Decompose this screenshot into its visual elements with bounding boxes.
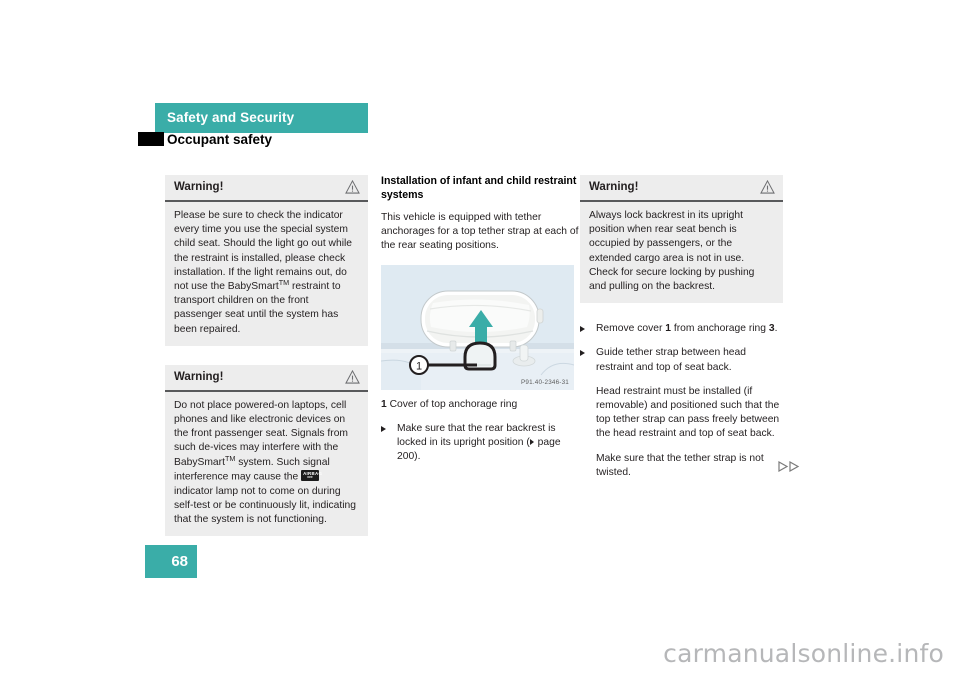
site-watermark: carmanualsonline.info — [663, 639, 944, 668]
paragraph-strap-not-twisted: Make sure that the tether strap is not t… — [596, 452, 764, 478]
continuation-marker-icon — [778, 461, 800, 472]
warning-header: Warning! — [580, 175, 783, 202]
left-column: Warning! Please be sure to check the ind… — [165, 175, 368, 555]
warning-text-part-c: indicator lamp not to come on during sel… — [174, 485, 357, 525]
right-column: Warning! Always lock backrest in its upr… — [580, 175, 783, 490]
section-title: Occupant safety — [167, 132, 273, 147]
bullet-text-b: from anchorage ring — [670, 323, 769, 335]
bullet-guide-tether-strap: Guide tether strap between head restrain… — [580, 346, 783, 374]
figure-anchorage-ring: 1 P91.40-2346-31 — [381, 264, 574, 390]
warning-text: Always lock backrest in its upright posi… — [580, 202, 783, 303]
bullet-triangle-icon — [580, 326, 585, 333]
warning-box-indicator-check: Warning! Please be sure to check the ind… — [165, 175, 368, 346]
bullet-triangle-icon — [381, 425, 386, 432]
warning-text: Do not place powered-on laptops, cell ph… — [165, 392, 368, 536]
warning-label: Warning! — [174, 181, 224, 193]
trademark-superscript: TM — [224, 453, 236, 463]
warning-text-body: Always lock backrest in its upright posi… — [589, 210, 755, 293]
subsection-heading: Installation of infant and child restrai… — [381, 175, 577, 201]
figure-caption: 1 Cover of top anchorage ring — [381, 398, 584, 412]
warning-triangle-icon — [760, 180, 775, 194]
figure-callout-number: 1 — [416, 360, 422, 372]
bullet-text-a: Remove cover — [596, 323, 666, 335]
warning-label: Warning! — [174, 370, 224, 383]
page-reference-arrow-icon — [529, 439, 534, 446]
warning-triangle-icon — [345, 369, 360, 384]
bullet-text-a: Guide tether strap between head restrain… — [596, 347, 746, 373]
figure-reference-code: P91.40-2346-31 — [521, 378, 569, 386]
page-number-box: 68 — [145, 545, 197, 578]
warning-header: Warning! — [165, 365, 368, 392]
chapter-title: Safety and Security — [167, 110, 295, 125]
warning-text: Please be sure to check the indicator ev… — [165, 202, 368, 346]
page-number: 68 — [171, 553, 188, 570]
airbag-badge-sub: OFF — [307, 475, 313, 480]
figure-illustration: 1 — [381, 264, 574, 390]
middle-column: Installation of infant and child restrai… — [381, 175, 584, 474]
figure-caption-text: Cover of top anchorage ring — [389, 398, 518, 410]
warning-label: Warning! — [589, 181, 639, 193]
warning-header: Warning! — [165, 175, 368, 202]
airbag-off-indicator-icon: AIRBAG OFF — [301, 469, 322, 481]
bullet-remove-cover: Remove cover 1 from anchorage ring 3. — [580, 322, 783, 336]
chapter-header-band: Safety and Security — [155, 103, 368, 133]
figure-caption-number: 1 — [381, 398, 387, 410]
intro-paragraph: This vehicle is equipped with tether anc… — [381, 212, 579, 252]
section-marker-block — [138, 132, 164, 146]
bullet-backrest-locked: Make sure that the rear backrest is lock… — [381, 422, 584, 465]
warning-text-part-a: Please be sure to check the indicator ev… — [174, 210, 353, 293]
warning-triangle-icon — [345, 180, 360, 194]
warning-box-electronic-devices: Warning! Do not place powered-on laptops… — [165, 364, 368, 537]
warning-box-lock-backrest: Warning! Always lock backrest in its upr… — [580, 175, 783, 304]
bullet-triangle-icon — [580, 350, 585, 357]
bullet-text-c: . — [774, 323, 778, 335]
trademark-superscript: TM — [278, 278, 290, 288]
paragraph-head-restraint: Head restraint must be installed (if rem… — [596, 385, 780, 440]
